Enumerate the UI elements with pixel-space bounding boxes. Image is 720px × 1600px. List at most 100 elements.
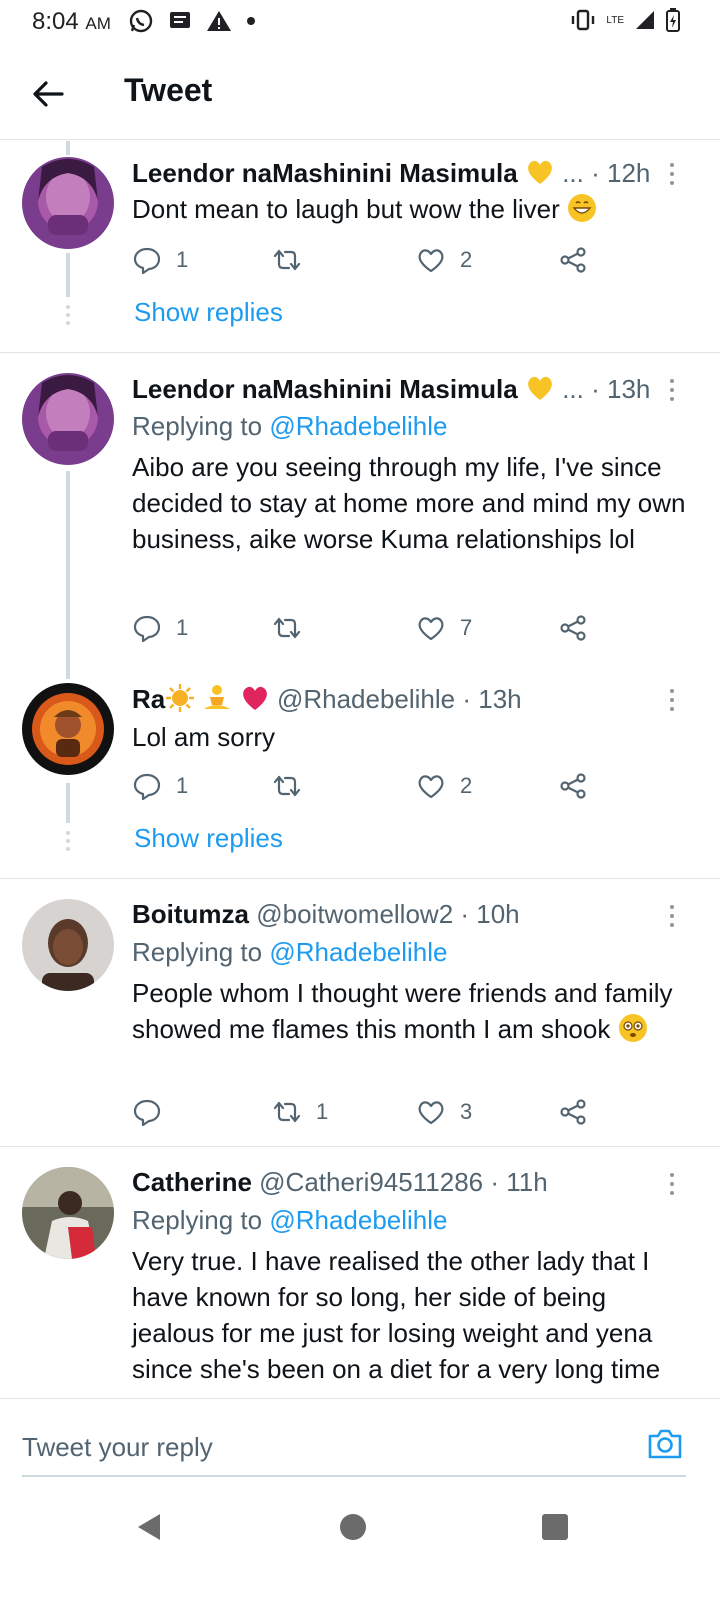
- like-icon: [418, 1101, 444, 1125]
- top-app-bar: Tweet: [0, 44, 720, 140]
- replying-handle-link[interactable]: @Rhadebelihle: [269, 411, 447, 441]
- like-button[interactable]: 3: [416, 1095, 472, 1129]
- like-button[interactable]: 2: [416, 243, 472, 277]
- tweet-item[interactable]: Leendor naMashinini Masimula ... · 13h R…: [0, 353, 720, 679]
- camera-icon[interactable]: [646, 1425, 684, 1463]
- reply-button[interactable]: [132, 1095, 176, 1129]
- retweet-icon: [273, 1101, 301, 1123]
- handle: @Catheri94511286: [259, 1167, 484, 1197]
- red-heart-emoji: [240, 683, 270, 713]
- share-button[interactable]: [558, 769, 588, 803]
- warning-icon: [207, 11, 231, 31]
- retweet-icon: [273, 775, 301, 797]
- retweet-count: 1: [316, 1099, 329, 1124]
- like-button[interactable]: 2: [416, 769, 472, 803]
- reply-underline: [22, 1475, 686, 1477]
- avatar[interactable]: [22, 373, 114, 465]
- more-icon[interactable]: [664, 1169, 680, 1199]
- show-replies-link[interactable]: Show replies: [134, 297, 283, 328]
- share-icon: [560, 773, 586, 799]
- share-button[interactable]: [558, 243, 588, 277]
- thread-dots: [66, 305, 70, 325]
- display-name[interactable]: Leendor naMashinini Masimula: [132, 158, 518, 188]
- reply-input[interactable]: [22, 1425, 582, 1469]
- more-icon[interactable]: [664, 375, 680, 405]
- thread-dots: [66, 831, 70, 851]
- reply-icon: [133, 615, 161, 643]
- timestamp: 12h: [606, 158, 651, 188]
- tweet-text: Lol am sorry: [132, 722, 276, 752]
- tweet-header: Boitumza @boitwomellow2 · 10h: [132, 899, 520, 929]
- reply-icon: [133, 1099, 161, 1127]
- display-name[interactable]: Boitumza: [132, 899, 249, 929]
- tweet-header: Leendor naMashinini Masimula ... · 12h: [132, 158, 651, 188]
- network-type: LTE: [606, 14, 624, 26]
- reply-button[interactable]: 1: [132, 769, 188, 803]
- timestamp: 10h: [476, 899, 520, 929]
- timestamp: 11h: [506, 1167, 548, 1197]
- reply-count: 1: [176, 247, 189, 272]
- retweet-button[interactable]: 1: [272, 1095, 328, 1129]
- share-button[interactable]: [558, 611, 588, 645]
- reply-icon: [133, 773, 161, 801]
- reply-count: 1: [176, 615, 189, 640]
- show-replies-link[interactable]: Show replies: [134, 823, 283, 854]
- timestamp: 13h: [606, 374, 651, 404]
- tweet-text: Dont mean to laugh but wow the liver: [132, 191, 692, 227]
- display-name[interactable]: Catherine: [132, 1167, 252, 1197]
- back-arrow-icon[interactable]: [26, 72, 70, 116]
- tweet-item[interactable]: Ra @Rhadebelihle · 13h Lol am sorry 1 2: [0, 663, 720, 879]
- dot-icon: [247, 17, 255, 25]
- avatar[interactable]: [22, 683, 114, 775]
- thread-line: [66, 471, 70, 679]
- avatar[interactable]: [22, 157, 114, 249]
- display-name[interactable]: Ra: [132, 684, 165, 714]
- replying-handle-link[interactable]: @Rhadebelihle: [269, 1205, 447, 1235]
- avatar[interactable]: [22, 899, 114, 991]
- system-nav-bar: [0, 1498, 720, 1600]
- tweet-item[interactable]: Boitumza @boitwomellow2 · 10h Replying t…: [0, 879, 720, 1147]
- reply-composer: [0, 1398, 720, 1498]
- tweet-text: Very true. I have realised the other lad…: [132, 1246, 661, 1384]
- tweet-item[interactable]: Leendor naMashinini Masimula ... · 12h D…: [0, 141, 720, 353]
- replying-handle-link[interactable]: @Rhadebelihle: [269, 937, 447, 967]
- tweet-item[interactable]: Catherine @Catheri94511286 · 11h Replyin…: [0, 1147, 720, 1398]
- retweet-button[interactable]: [272, 611, 316, 645]
- retweet-button[interactable]: [272, 243, 316, 277]
- tweet-actions: 1 2: [132, 769, 612, 803]
- more-icon[interactable]: [664, 685, 680, 715]
- reply-button[interactable]: 1: [132, 611, 188, 645]
- replies-feed[interactable]: Leendor naMashinini Masimula ... · 12h D…: [0, 141, 720, 1398]
- retweet-icon: [273, 617, 301, 639]
- like-icon: [418, 617, 444, 641]
- tweet-actions: 1 7: [132, 611, 612, 645]
- like-count: 3: [460, 1099, 473, 1124]
- reply-button[interactable]: 1: [132, 243, 188, 277]
- whatsapp-icon: [129, 9, 153, 33]
- message-icon: [170, 12, 190, 28]
- nav-recents-icon[interactable]: [542, 1514, 568, 1540]
- more-icon[interactable]: [664, 901, 680, 931]
- avatar[interactable]: [22, 1167, 114, 1259]
- nav-home-icon[interactable]: [340, 1514, 366, 1540]
- retweet-button[interactable]: [272, 769, 316, 803]
- nav-back-icon[interactable]: [134, 1512, 164, 1542]
- display-name[interactable]: Leendor naMashinini Masimula: [132, 374, 518, 404]
- person-in-lotus-position-emoji: [202, 683, 232, 713]
- tweet-actions: 1 3: [132, 1095, 612, 1129]
- more-icon[interactable]: [664, 159, 680, 189]
- like-count: 2: [460, 773, 473, 798]
- page-title: Tweet: [124, 72, 213, 108]
- share-icon: [560, 615, 586, 641]
- tweet-header: Catherine @Catheri94511286 · 11h: [132, 1167, 548, 1197]
- replying-to: Replying to @Rhadebelihle: [132, 1205, 448, 1235]
- handle: ...: [562, 158, 584, 188]
- flushed-face-emoji: [618, 1013, 648, 1043]
- share-button[interactable]: [558, 1095, 588, 1129]
- like-count: 2: [460, 247, 473, 272]
- like-button[interactable]: 7: [416, 611, 472, 645]
- tweet-actions: 1 2: [132, 243, 612, 277]
- signal-icon: [636, 11, 654, 29]
- replying-to: Replying to @Rhadebelihle: [132, 937, 448, 967]
- tweet-text: People whom I thought were friends and f…: [132, 978, 673, 1044]
